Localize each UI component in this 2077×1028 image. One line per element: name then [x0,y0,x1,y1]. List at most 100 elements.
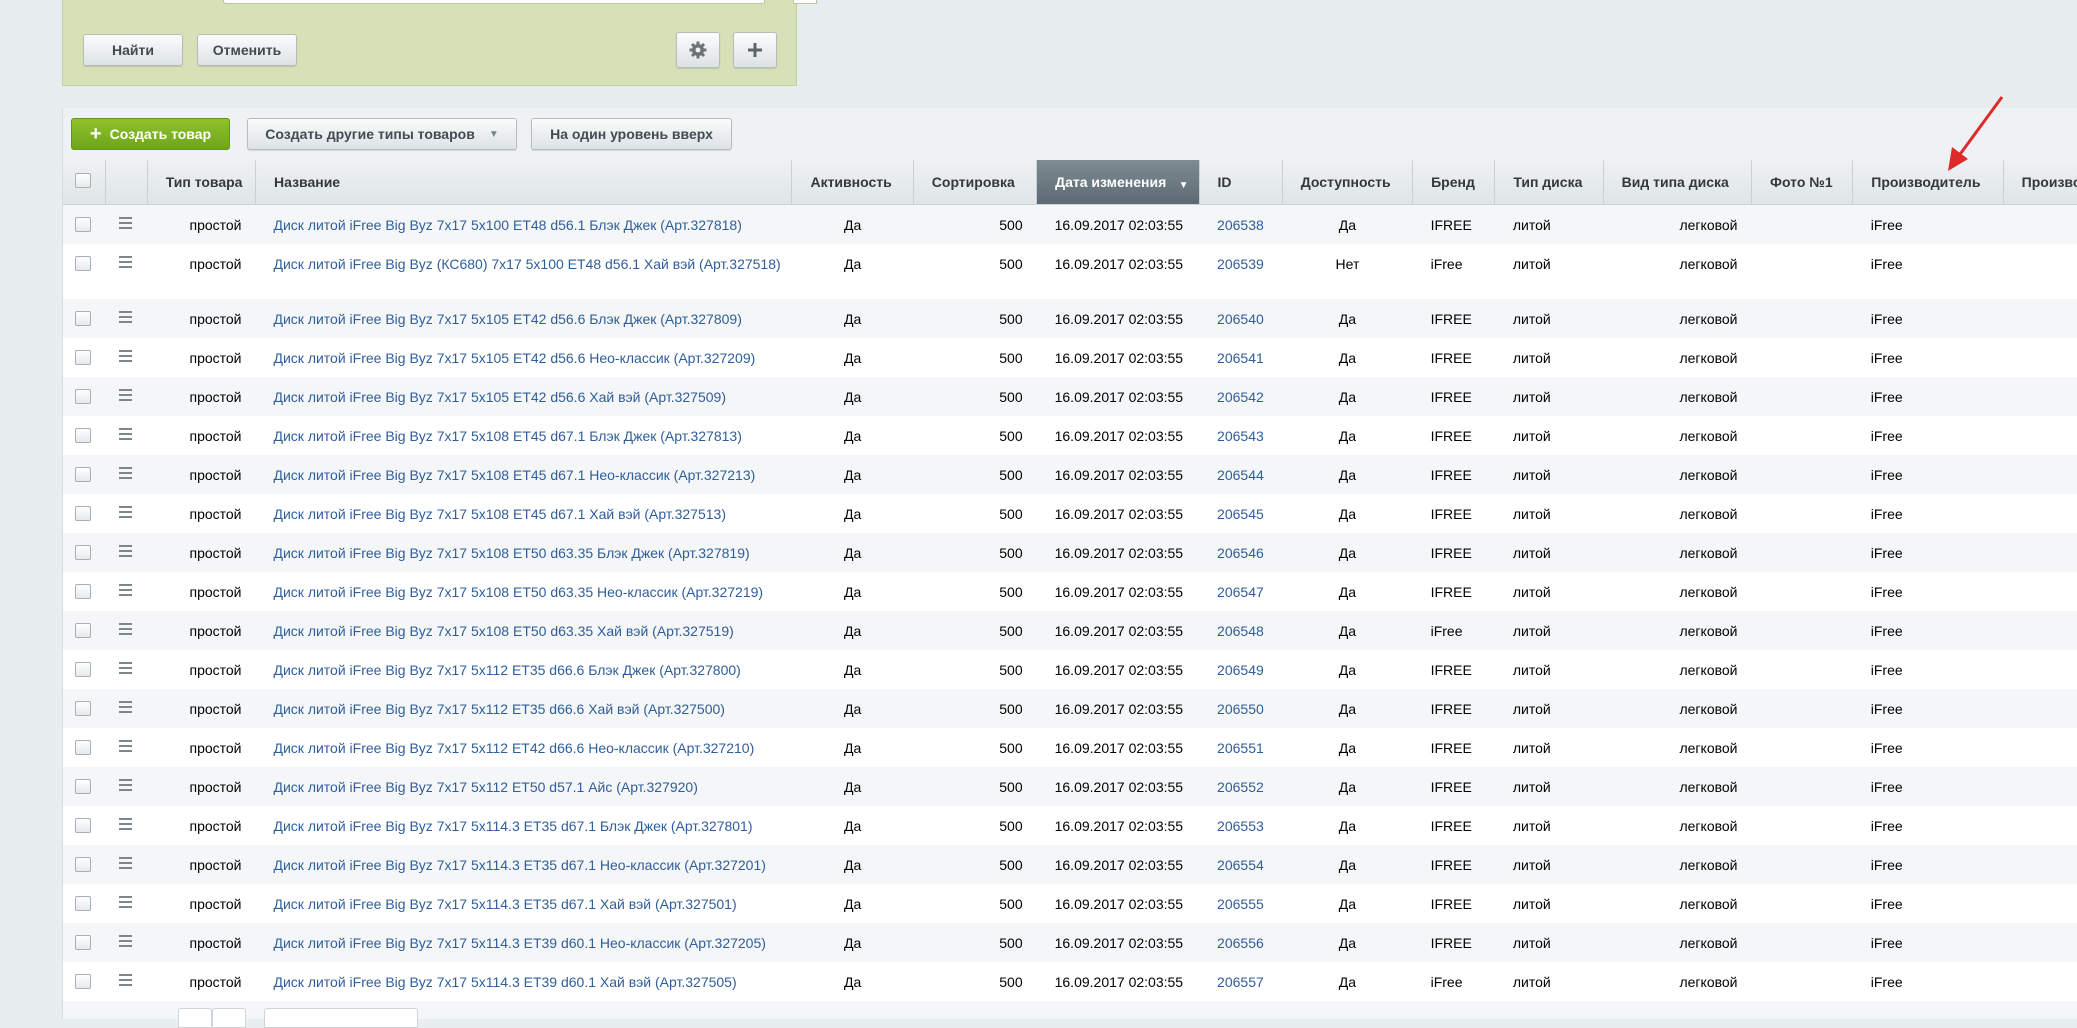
product-id-link[interactable]: 206548 [1217,623,1264,639]
menu-icon[interactable] [119,505,133,521]
table-row[interactable]: простой Диск литой iFree Big Byz 7x17 5x1… [63,493,2077,533]
product-name-link[interactable]: Диск литой iFree Big Byz 7x17 5x108 ET45… [274,506,726,522]
menu-icon[interactable] [119,934,133,950]
product-id-link[interactable]: 206553 [1217,818,1264,834]
product-name-link[interactable]: Диск литой iFree Big Byz 7x17 5x100 ET48… [274,217,742,233]
column-header-sort[interactable]: Сортировка [913,160,1038,205]
product-id-link[interactable]: 206556 [1217,935,1264,951]
row-checkbox[interactable] [75,255,91,271]
filter-input[interactable] [223,0,765,4]
table-row[interactable]: простой Диск литой iFree Big Byz 7x17 5x1… [63,571,2077,611]
table-row[interactable]: простой Диск литой iFree Big Byz 7x17 5x1… [63,204,2077,244]
level-up-button[interactable]: На один уровень вверх [531,118,732,150]
menu-icon[interactable] [119,255,133,271]
filter-input-button[interactable] [793,0,817,4]
product-id-link[interactable]: 206540 [1217,311,1264,327]
table-row[interactable]: простой Диск литой iFree Big Byz 7x17 5x1… [63,532,2077,572]
product-id-link[interactable]: 206539 [1217,256,1264,272]
table-row[interactable]: простой Диск литой iFree Big Byz 7x17 5x1… [63,376,2077,416]
menu-icon[interactable] [119,217,133,232]
product-id-link[interactable]: 206554 [1217,857,1264,873]
column-header-active[interactable]: Активность [791,160,914,205]
menu-icon[interactable] [119,583,133,599]
column-header-id[interactable]: ID [1199,160,1283,205]
menu-icon[interactable] [119,544,133,560]
column-header-photo[interactable]: Фото №1 [1751,160,1854,205]
row-checkbox[interactable] [75,739,91,755]
product-name-link[interactable]: Диск литой iFree Big Byz 7x17 5x112 ET50… [274,779,698,795]
product-id-link[interactable]: 206555 [1217,896,1264,912]
product-name-link[interactable]: Диск литой iFree Big Byz 7x17 5x108 ET50… [274,545,750,561]
menu-icon[interactable] [119,427,133,443]
table-row[interactable]: простой Диск литой iFree Big Byz 7x17 5x1… [63,961,2077,1001]
menu-icon[interactable] [119,856,133,872]
product-id-link[interactable]: 206550 [1217,701,1264,717]
row-checkbox[interactable] [75,700,91,716]
row-checkbox[interactable] [75,217,91,232]
column-header-available[interactable]: Доступность [1282,160,1414,205]
product-name-link[interactable]: Диск литой iFree Big Byz 7x17 5x112 ET35… [274,701,725,717]
product-id-link[interactable]: 206557 [1217,974,1264,990]
product-id-link[interactable]: 206543 [1217,428,1264,444]
table-row[interactable]: простой Диск литой iFree Big Byz 7x17 5x1… [63,805,2077,845]
table-row[interactable]: простой Диск литой iFree Big Byz (КС680) … [63,243,2077,299]
menu-icon[interactable] [119,661,133,677]
menu-icon[interactable] [119,622,133,638]
product-id-link[interactable]: 206544 [1217,467,1264,483]
product-name-link[interactable]: Диск литой iFree Big Byz 7x17 5x105 ET42… [274,311,742,327]
product-name-link[interactable]: Диск литой iFree Big Byz 7x17 5x114.3 ET… [274,974,737,990]
settings-button[interactable] [676,32,720,68]
product-id-link[interactable]: 206547 [1217,584,1264,600]
table-row[interactable]: простой Диск литой iFree Big Byz 7x17 5x1… [63,766,2077,806]
row-checkbox[interactable] [75,934,91,950]
column-header-name[interactable]: Название [255,160,793,205]
add-filter-button[interactable] [733,32,777,68]
page-size-select[interactable] [264,1008,418,1028]
row-checkbox[interactable] [75,466,91,482]
menu-icon[interactable] [119,895,133,911]
column-header-disk-type[interactable]: Тип диска [1494,160,1604,205]
product-id-link[interactable]: 206546 [1217,545,1264,561]
select-all-checkbox[interactable] [75,173,91,188]
table-row[interactable]: простой Диск литой iFree Big Byz 7x17 5x1… [63,688,2077,728]
menu-icon[interactable] [119,349,133,365]
product-name-link[interactable]: Диск литой iFree Big Byz 7x17 5x112 ET35… [274,662,741,678]
table-row[interactable]: простой Диск литой iFree Big Byz 7x17 5x1… [63,649,2077,689]
pager-prev-button[interactable] [178,1008,212,1028]
pager-next-button[interactable] [212,1008,246,1028]
create-other-types-button[interactable]: Создать другие типы товаров ▼ [247,118,517,150]
row-checkbox[interactable] [75,661,91,677]
product-id-link[interactable]: 206545 [1217,506,1264,522]
table-row[interactable]: простой Диск литой iFree Big Byz 7x17 5x1… [63,298,2077,338]
table-row[interactable]: простой Диск литой iFree Big Byz 7x17 5x1… [63,610,2077,650]
row-checkbox[interactable] [75,856,91,872]
column-header-disk-kind[interactable]: Вид типа диска [1603,160,1753,205]
product-id-link[interactable]: 206542 [1217,389,1264,405]
menu-icon[interactable] [119,739,133,755]
row-checkbox[interactable] [75,349,91,365]
column-header-maker2[interactable]: Произво [2003,160,2077,205]
row-checkbox[interactable] [75,310,91,326]
find-button[interactable]: Найти [83,34,183,66]
product-id-link[interactable]: 206549 [1217,662,1264,678]
menu-icon[interactable] [119,466,133,482]
row-checkbox[interactable] [75,622,91,638]
row-checkbox[interactable] [75,505,91,521]
menu-icon[interactable] [119,700,133,716]
product-name-link[interactable]: Диск литой iFree Big Byz 7x17 5x108 ET45… [274,428,742,444]
row-checkbox[interactable] [75,583,91,599]
table-row[interactable]: простой Диск литой iFree Big Byz 7x17 5x1… [63,922,2077,962]
column-header-brand[interactable]: Бренд [1412,160,1496,205]
menu-icon[interactable] [119,778,133,794]
product-name-link[interactable]: Диск литой iFree Big Byz 7x17 5x114.3 ET… [274,857,766,873]
row-checkbox[interactable] [75,973,91,989]
table-row[interactable]: простой Диск литой iFree Big Byz 7x17 5x1… [63,415,2077,455]
product-name-link[interactable]: Диск литой iFree Big Byz 7x17 5x114.3 ET… [274,935,766,951]
row-checkbox[interactable] [75,895,91,911]
column-header-type[interactable]: Тип товара [147,160,257,205]
product-name-link[interactable]: Диск литой iFree Big Byz 7x17 5x108 ET50… [274,584,764,600]
row-checkbox[interactable] [75,427,91,443]
product-name-link[interactable]: Диск литой iFree Big Byz 7x17 5x105 ET42… [274,350,756,366]
product-name-link[interactable]: Диск литой iFree Big Byz 7x17 5x105 ET42… [274,389,726,405]
product-name-link[interactable]: Диск литой iFree Big Byz (КС680) 7x17 5x… [274,256,781,272]
